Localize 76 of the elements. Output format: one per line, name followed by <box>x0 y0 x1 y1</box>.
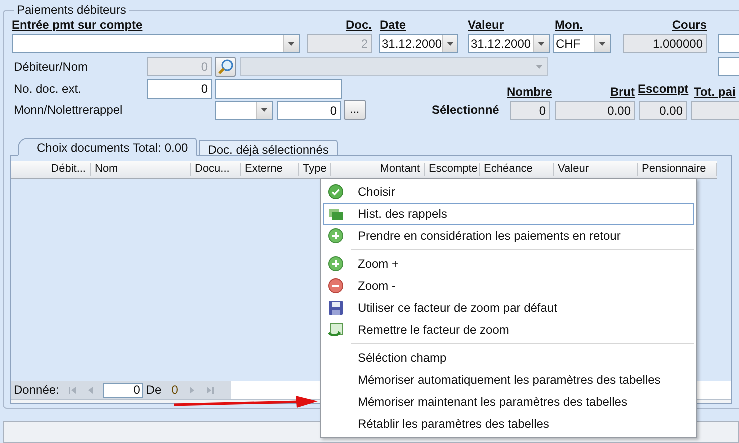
caret-icon <box>446 42 454 46</box>
input-field[interactable]: 0 <box>147 79 212 99</box>
plus-icon <box>328 256 344 272</box>
caret-icon <box>538 42 545 46</box>
column-header[interactable]: Echéance <box>480 163 554 176</box>
column-header[interactable]: Type <box>299 163 331 176</box>
previous-icon[interactable] <box>87 386 96 394</box>
menu-item[interactable]: Séléction champ <box>323 347 694 369</box>
field-label: Sélectionné <box>432 103 500 117</box>
browse-button[interactable]: ... <box>344 100 366 120</box>
plus-icon <box>328 228 344 244</box>
next-icon[interactable] <box>188 386 196 394</box>
caret-icon <box>288 42 295 46</box>
input-field[interactable] <box>718 34 739 53</box>
menu-item[interactable]: Zoom - <box>323 275 694 297</box>
menu-item[interactable]: Utiliser ce facteur de zoom par défaut <box>323 297 694 319</box>
column-header[interactable]: Pensionnaire <box>638 163 717 176</box>
caret-icon <box>536 64 543 68</box>
tab[interactable]: Doc. déjà sélectionnés <box>199 140 338 156</box>
check-icon <box>328 184 344 200</box>
dropdown-field[interactable] <box>215 100 273 120</box>
field-label: No. doc. ext. <box>13 82 82 96</box>
column-header[interactable]: Externe <box>241 163 299 176</box>
menu-item[interactable]: Prendre en considération les paiements en retour <box>323 225 694 247</box>
input-field[interactable]: 0.00 <box>639 100 687 120</box>
menu-item[interactable]: Mémoriser maintenant les paramètres des tabelles <box>323 391 694 413</box>
dropdown-field[interactable]: 31.12.2000 <box>379 34 458 53</box>
input-field[interactable] <box>215 79 342 99</box>
field-label: Débiteur/Nom <box>13 60 90 74</box>
menu-item[interactable]: Rétablir les paramètres des tabelles <box>323 413 694 435</box>
caret-icon <box>261 108 268 112</box>
first-page-icon[interactable] <box>69 386 78 394</box>
input-field[interactable] <box>718 57 739 76</box>
record-count: 0 <box>172 383 178 397</box>
caret-icon <box>599 42 606 46</box>
input-field[interactable]: 0 <box>277 100 341 120</box>
record-field[interactable]: 0 <box>103 382 144 398</box>
dropdown-field[interactable]: CHF <box>553 34 611 53</box>
refresh-icon <box>328 322 344 338</box>
field-label: Date <box>380 18 408 32</box>
column-header[interactable]: Montant <box>331 163 425 176</box>
minus-icon <box>328 278 344 294</box>
column-label: Escompt <box>638 82 690 96</box>
menu-item[interactable]: Hist. des rappels <box>323 203 694 225</box>
field-label: Entrée pmt sur compte <box>12 18 144 32</box>
windows-icon <box>328 206 344 222</box>
field-label: Monn/Nolettrerappel <box>13 103 124 117</box>
column-label: Brut <box>609 85 635 99</box>
menu-item[interactable]: Zoom + <box>323 253 694 275</box>
search-icon <box>218 58 234 74</box>
input-field[interactable]: 0 <box>510 100 550 120</box>
tab[interactable]: Choix documents Total: 0.00 <box>18 138 198 156</box>
column-header[interactable]: Docu... <box>191 163 241 176</box>
group-title: Paiements débiteurs <box>16 3 128 17</box>
column-header[interactable]: Valeur <box>554 163 638 176</box>
field-label: Doc. <box>344 18 372 32</box>
last-page-icon[interactable] <box>206 386 214 394</box>
navigator-label: De <box>146 383 162 397</box>
search-button[interactable] <box>215 56 236 76</box>
menu-item[interactable]: Choisir <box>323 181 694 203</box>
input-field[interactable] <box>691 100 739 120</box>
column-header[interactable]: Nom <box>91 163 191 176</box>
dropdown-field[interactable] <box>12 34 300 53</box>
column-header[interactable]: Escompte <box>425 163 480 176</box>
input-field[interactable]: 0.00 <box>555 100 635 120</box>
navigator-label: Donnée: <box>14 383 60 397</box>
column-label: Nombre <box>507 85 552 99</box>
column-header[interactable]: Débit... <box>11 163 91 176</box>
save-icon <box>328 300 344 316</box>
field-label: Mon. <box>555 18 584 32</box>
column-label: Tot. pai <box>694 85 737 99</box>
menu-item[interactable]: Remettre le facteur de zoom <box>323 319 694 341</box>
field-label: Valeur <box>468 18 506 32</box>
dropdown-field[interactable]: 31.12.2000 <box>468 34 550 53</box>
menu-item[interactable]: Mémoriser automatiquement les paramètres des tabelles <box>323 369 694 391</box>
field-label: Cours <box>671 18 707 32</box>
